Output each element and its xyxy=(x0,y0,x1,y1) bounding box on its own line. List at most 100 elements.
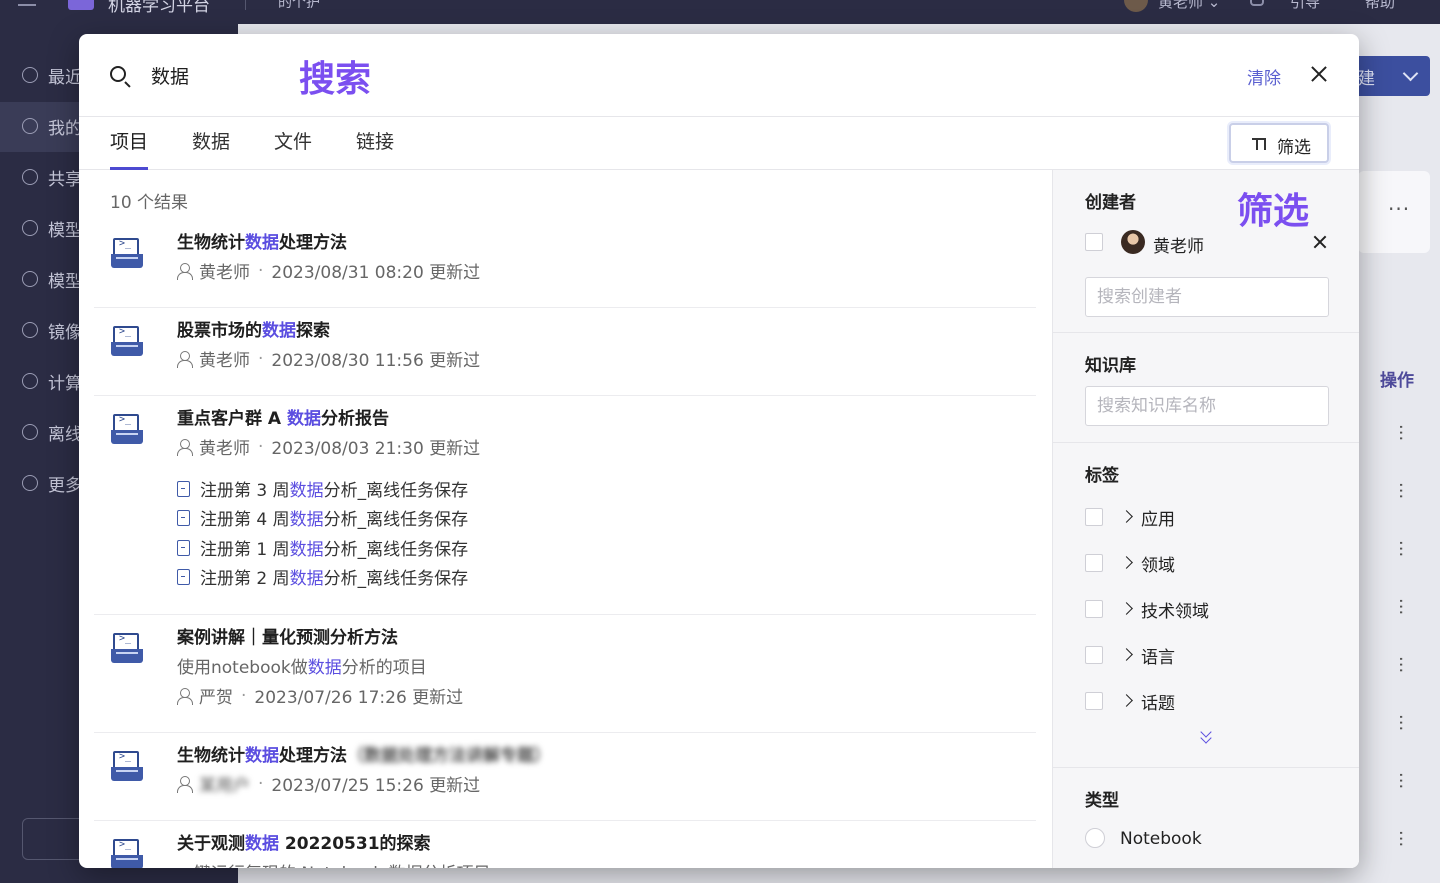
sidebar-item-offline[interactable]: 离线 xyxy=(22,417,82,447)
sub-file-item[interactable]: 注册第 1 周数据分析_离线任务保存 xyxy=(177,535,468,560)
tag-label: 语言 xyxy=(1141,648,1175,668)
result-item[interactable]: 案例讲解｜量化预测分析方法 使用notebook做数据分析的项目 严贺·2023… xyxy=(94,615,1036,733)
new-button-label: 建 xyxy=(1358,69,1375,89)
result-title[interactable]: 案例讲解｜量化预测分析方法 xyxy=(177,623,398,648)
close-icon[interactable] xyxy=(1307,62,1331,86)
annotation-filter: 筛选 xyxy=(1237,191,1310,232)
chevron-right-icon[interactable] xyxy=(1120,556,1133,569)
tag-item[interactable]: 领域 xyxy=(1085,552,1325,576)
creator-checkbox[interactable] xyxy=(1085,233,1103,251)
search-input[interactable] xyxy=(151,58,281,92)
remove-creator-icon[interactable] xyxy=(1311,233,1329,251)
tag-label: 应用 xyxy=(1141,510,1175,530)
tag-checkbox[interactable] xyxy=(1085,554,1103,572)
user-icon xyxy=(177,687,193,705)
workspace-name[interactable]: 的个护 xyxy=(278,0,320,12)
tab-projects[interactable]: 项目 xyxy=(110,127,149,170)
avatar xyxy=(1121,230,1145,254)
tag-item[interactable]: 语言 xyxy=(1085,644,1325,668)
expand-more-icon[interactable] xyxy=(1199,728,1213,744)
filter-button-label: 筛选 xyxy=(1277,138,1311,158)
file-icon xyxy=(177,568,190,585)
sidebar-item-compute[interactable]: 计算 xyxy=(22,366,82,396)
chevron-right-icon[interactable] xyxy=(1120,602,1133,615)
sidebar-item-mine[interactable]: 我的 xyxy=(22,111,82,141)
tag-checkbox[interactable] xyxy=(1085,692,1103,710)
sub-file-item[interactable]: 注册第 4 周数据分析_离线任务保存 xyxy=(177,505,468,530)
tab-links[interactable]: 链接 xyxy=(356,127,394,170)
app-name: 机器学习平台 xyxy=(108,0,210,16)
row-more-icon[interactable]: ··· xyxy=(1390,772,1411,789)
card[interactable]: ··· xyxy=(1358,171,1430,253)
menu-icon[interactable] xyxy=(18,0,36,6)
result-title[interactable]: 关于观测数据 20220531的探索 xyxy=(177,829,431,854)
sidebar-item-label: 更多 xyxy=(48,475,82,496)
tag-item[interactable]: 话题 xyxy=(1085,690,1325,714)
row-more-icon[interactable]: ··· xyxy=(1390,424,1411,441)
tag-checkbox[interactable] xyxy=(1085,646,1103,664)
result-count: 10 个结果 xyxy=(110,193,189,213)
type-radio[interactable] xyxy=(1085,828,1105,848)
row-more-icon[interactable]: ··· xyxy=(1390,830,1411,847)
result-meta: 黄老师 · 2023/08/30 11:56 更新过 xyxy=(177,346,480,371)
result-meta: 某用户 · 2023/07/25 15:26 更新过 xyxy=(177,771,480,796)
row-more-icon[interactable]: ··· xyxy=(1390,482,1411,499)
filter-button[interactable]: 筛选 xyxy=(1229,123,1329,163)
chevron-right-icon[interactable] xyxy=(1120,648,1133,661)
project-icon xyxy=(111,326,143,358)
chevron-right-icon[interactable] xyxy=(1120,510,1133,523)
result-item[interactable]: 股票市场的数据探索 黄老师·2023/08/30 11:56 更新过 xyxy=(94,308,1036,396)
guide-link[interactable]: 引导 xyxy=(1290,0,1320,12)
knowledge-search-input[interactable] xyxy=(1085,386,1329,426)
chevron-right-icon[interactable] xyxy=(1120,694,1133,707)
search-bar: 搜索 清除 xyxy=(79,34,1359,117)
project-icon xyxy=(111,633,143,665)
sidebar-item-image[interactable]: 镜像 xyxy=(22,315,82,345)
sidebar-item-model-2[interactable]: 模型 xyxy=(22,264,82,294)
tab-data[interactable]: 数据 xyxy=(192,127,230,170)
operations-header: 操作 xyxy=(1380,371,1414,391)
sub-file-item[interactable]: 注册第 3 周数据分析_离线任务保存 xyxy=(177,476,468,501)
result-title[interactable]: 生物统计数据处理方法（数据处理方法讲解专题） xyxy=(177,741,551,766)
result-title[interactable]: 重点客户群 A 数据分析报告 xyxy=(177,404,389,429)
row-more-icon[interactable]: ··· xyxy=(1390,540,1411,557)
creator-search-input[interactable] xyxy=(1085,277,1329,317)
row-more-icon[interactable]: ··· xyxy=(1390,656,1411,673)
chevron-down-icon xyxy=(1402,65,1419,82)
result-title[interactable]: 股票市场的数据探索 xyxy=(177,316,330,341)
result-description: 一键运行复现的 Notebook 数据分析项目 xyxy=(177,859,491,868)
tag-checkbox[interactable] xyxy=(1085,508,1103,526)
user-icon xyxy=(177,775,193,793)
bell-icon[interactable] xyxy=(1250,0,1264,6)
tab-files[interactable]: 文件 xyxy=(274,127,312,170)
sidebar-item-label: 离线 xyxy=(48,424,82,445)
sidebar-item-model[interactable]: 模型 xyxy=(22,213,82,243)
section-title: 类型 xyxy=(1085,791,1119,811)
result-item[interactable]: 生物统计数据处理方法（数据处理方法讲解专题） 某用户·2023/07/25 15… xyxy=(94,733,1036,821)
avatar[interactable] xyxy=(1124,0,1148,12)
sidebar-item-shared[interactable]: 共享 xyxy=(22,162,82,192)
result-title[interactable]: 生物统计数据处理方法 xyxy=(177,228,347,253)
tag-checkbox[interactable] xyxy=(1085,600,1103,618)
more-icon xyxy=(22,475,38,491)
result-description: 使用notebook做数据分析的项目 xyxy=(177,658,427,678)
user-menu[interactable]: 黄老师 ⌄ xyxy=(1158,0,1220,12)
row-more-icon[interactable]: ··· xyxy=(1390,598,1411,615)
tag-item[interactable]: 应用 xyxy=(1085,506,1325,530)
sidebar-item-recent[interactable]: 最近 xyxy=(22,60,82,90)
more-icon[interactable]: ··· xyxy=(1388,197,1410,221)
help-link[interactable]: 帮助 xyxy=(1365,0,1395,12)
result-item[interactable]: 重点客户群 A 数据分析报告 黄老师·2023/08/03 21:30 更新过 … xyxy=(94,396,1036,615)
sidebar-item-label: 镜像 xyxy=(48,322,82,343)
sub-file-item[interactable]: 注册第 2 周数据分析_离线任务保存 xyxy=(177,564,468,589)
row-more-icon[interactable]: ··· xyxy=(1390,714,1411,731)
type-option-label: Notebook xyxy=(1120,829,1202,849)
user-edit-icon xyxy=(22,118,38,134)
sidebar-item-more[interactable]: 更多 xyxy=(22,468,82,498)
result-item[interactable]: 关于观测数据 20220531的探索 一键运行复现的 Notebook 数据分析… xyxy=(94,821,1036,868)
filter-section-type: 类型 xyxy=(1053,768,1359,868)
top-bar: 机器学习平台 的个护 黄老师 ⌄ 引导 帮助 xyxy=(0,0,1440,24)
clear-button[interactable]: 清除 xyxy=(1247,64,1281,89)
result-item[interactable]: 生物统计数据处理方法 黄老师·2023/08/31 08:20 更新过 xyxy=(94,220,1036,308)
tag-item[interactable]: 技术领域 xyxy=(1085,598,1325,622)
